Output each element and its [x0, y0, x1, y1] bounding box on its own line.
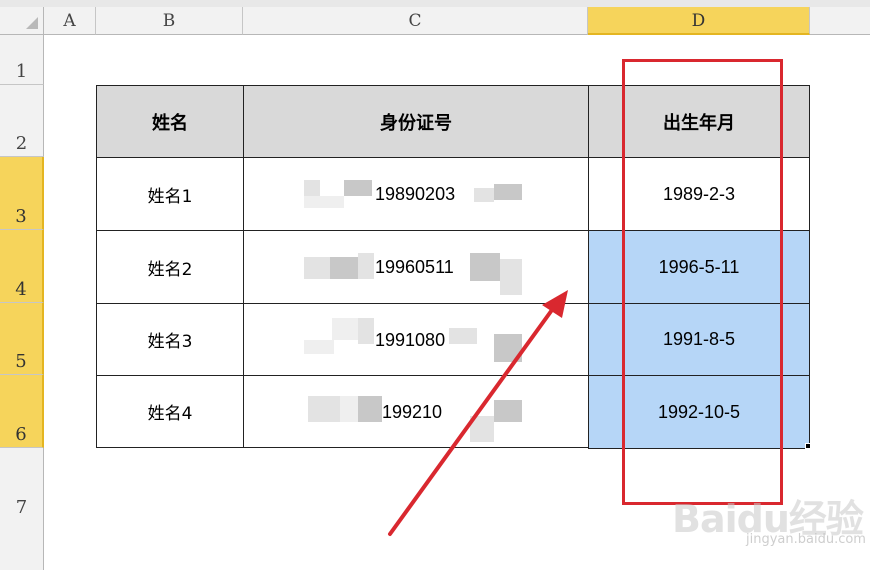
arrow-shaft — [388, 301, 559, 536]
arrow-annotation — [388, 290, 568, 536]
watermark-url: jingyan.baidu.com — [746, 532, 866, 547]
arrow-head-icon — [542, 290, 568, 318]
